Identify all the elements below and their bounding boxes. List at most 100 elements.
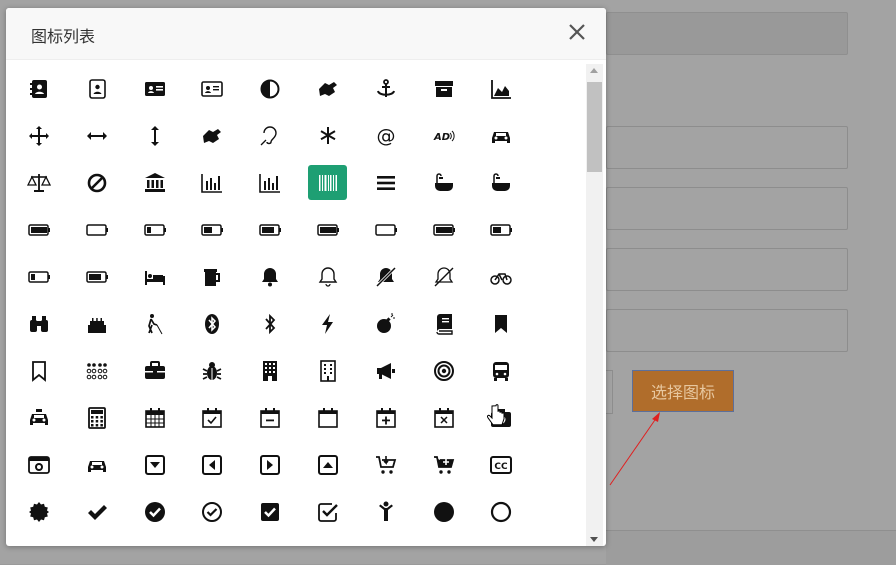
archive-icon[interactable]	[424, 71, 463, 106]
american-sign-language-interpreting-icon[interactable]	[308, 71, 347, 106]
cart-arrow-down-icon[interactable]	[366, 447, 405, 482]
area-chart-icon[interactable]	[481, 71, 520, 106]
bell-o-icon[interactable]	[308, 259, 347, 294]
building-icon[interactable]	[250, 353, 289, 388]
calendar-o-icon[interactable]	[308, 400, 347, 435]
check-circle-o-icon[interactable]	[192, 494, 231, 529]
circle-o-icon[interactable]	[481, 494, 520, 529]
bath-icon[interactable]	[424, 165, 463, 200]
anchor-icon[interactable]	[366, 71, 405, 106]
check-square-icon[interactable]	[250, 494, 289, 529]
address-book-o-icon[interactable]	[77, 71, 116, 106]
background-footer	[606, 530, 896, 565]
building-o-icon[interactable]	[308, 353, 347, 388]
binoculars-icon[interactable]	[19, 306, 58, 341]
bus-icon[interactable]	[481, 353, 520, 388]
car-icon[interactable]	[77, 447, 116, 482]
address-book-icon[interactable]	[19, 71, 58, 106]
scroll-thumb[interactable]	[587, 82, 602, 172]
bars-icon[interactable]	[366, 165, 405, 200]
birthday-cake-icon[interactable]	[77, 306, 116, 341]
bell-icon[interactable]	[250, 259, 289, 294]
battery-full-icon[interactable]	[424, 212, 463, 247]
asl-interpreting-icon[interactable]	[192, 118, 231, 153]
bluetooth-b-icon[interactable]	[250, 306, 289, 341]
book-icon[interactable]	[424, 306, 463, 341]
bullseye-icon[interactable]	[424, 353, 463, 388]
battery-three-quarters-icon[interactable]	[77, 259, 116, 294]
beer-icon[interactable]	[192, 259, 231, 294]
address-card-o-icon[interactable]	[192, 71, 231, 106]
bluetooth-icon[interactable]	[192, 306, 231, 341]
balance-scale-icon[interactable]	[19, 165, 58, 200]
battery-3-icon[interactable]	[250, 212, 289, 247]
check-icon[interactable]	[77, 494, 116, 529]
bell-slash-icon[interactable]	[366, 259, 405, 294]
bookmark-icon[interactable]	[481, 306, 520, 341]
cart-plus-icon[interactable]	[424, 447, 463, 482]
bank-icon[interactable]	[135, 165, 174, 200]
caret-square-o-right-icon[interactable]	[250, 447, 289, 482]
automobile-icon[interactable]	[481, 118, 520, 153]
background-input-field[interactable]	[606, 187, 848, 230]
scroll-down-icon[interactable]	[590, 537, 598, 542]
battery-half-icon[interactable]	[481, 212, 520, 247]
bookmark-o-icon[interactable]	[19, 353, 58, 388]
close-icon[interactable]	[566, 21, 588, 43]
bomb-icon[interactable]	[366, 306, 405, 341]
check-circle-icon[interactable]	[135, 494, 174, 529]
certificate-icon[interactable]	[19, 494, 58, 529]
arrows-icon[interactable]	[19, 118, 58, 153]
bathtub-icon[interactable]	[481, 165, 520, 200]
calendar-icon[interactable]	[135, 400, 174, 435]
ban-icon[interactable]	[77, 165, 116, 200]
calendar-check-o-icon[interactable]	[192, 400, 231, 435]
battery-icon[interactable]	[19, 212, 58, 247]
blind-icon[interactable]	[135, 306, 174, 341]
calendar-minus-o-icon[interactable]	[250, 400, 289, 435]
cc-icon[interactable]: CC	[481, 447, 520, 482]
arrows-v-icon[interactable]	[135, 118, 174, 153]
asterisk-icon[interactable]	[308, 118, 347, 153]
bell-slash-o-icon[interactable]	[424, 259, 463, 294]
bicycle-icon[interactable]	[481, 259, 520, 294]
scroll-up-icon[interactable]	[590, 68, 598, 73]
calendar-times-o-icon[interactable]	[424, 400, 463, 435]
bed-icon[interactable]	[135, 259, 174, 294]
bug-icon[interactable]	[192, 353, 231, 388]
assistive-listening-systems-icon[interactable]	[250, 118, 289, 153]
adjust-icon[interactable]	[250, 71, 289, 106]
hand-cursor	[486, 404, 505, 426]
bar-chart-o-icon[interactable]	[250, 165, 289, 200]
circle-icon[interactable]	[424, 494, 463, 529]
caret-square-o-down-icon[interactable]	[135, 447, 174, 482]
battery-4-icon[interactable]	[308, 212, 347, 247]
battery-0-icon[interactable]	[77, 212, 116, 247]
calendar-plus-o-icon[interactable]	[366, 400, 405, 435]
audio-description-icon[interactable]: AD	[424, 118, 463, 153]
cab-icon[interactable]	[19, 400, 58, 435]
camera-retro-icon[interactable]	[19, 447, 58, 482]
at-icon[interactable]: @	[366, 118, 405, 153]
braille-icon[interactable]	[77, 353, 116, 388]
battery-1-icon[interactable]	[135, 212, 174, 247]
caret-square-o-left-icon[interactable]	[192, 447, 231, 482]
address-card-icon[interactable]	[135, 71, 174, 106]
modal-scrollbar[interactable]	[586, 64, 603, 546]
check-square-o-icon[interactable]	[308, 494, 347, 529]
briefcase-icon[interactable]	[135, 353, 174, 388]
caret-square-o-up-icon[interactable]	[308, 447, 347, 482]
background-input-field[interactable]	[606, 248, 848, 291]
background-input-field[interactable]	[606, 126, 848, 169]
barcode-icon[interactable]	[308, 165, 347, 200]
calculator-icon[interactable]	[77, 400, 116, 435]
child-icon[interactable]	[366, 494, 405, 529]
bolt-icon[interactable]	[308, 306, 347, 341]
bullhorn-icon[interactable]	[366, 353, 405, 388]
background-input-field[interactable]	[606, 309, 848, 352]
battery-2-icon[interactable]	[192, 212, 231, 247]
battery-empty-icon[interactable]	[366, 212, 405, 247]
bar-chart-icon[interactable]	[192, 165, 231, 200]
battery-quarter-icon[interactable]	[19, 259, 58, 294]
arrows-h-icon[interactable]	[77, 118, 116, 153]
